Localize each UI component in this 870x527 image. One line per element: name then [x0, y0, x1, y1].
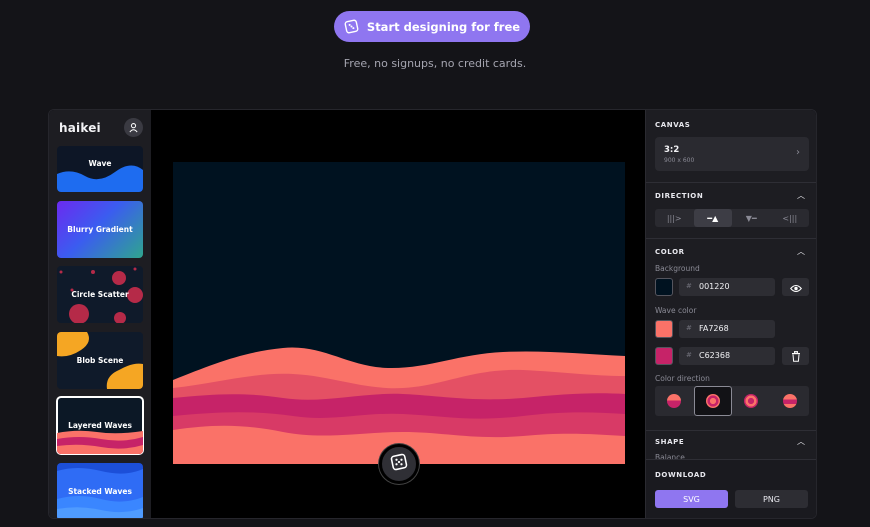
wave-color-label: Wave color [655, 306, 697, 315]
download-svg-button[interactable]: SVG [655, 490, 728, 508]
generator-label: Blob Scene [76, 356, 124, 365]
hex-value: 001220 [699, 282, 730, 291]
download-section-title: DOWNLOAD [655, 471, 707, 479]
color-section-title: COLOR [655, 248, 685, 256]
background-hex-input[interactable]: # 001220 [679, 278, 775, 296]
divider [646, 430, 816, 431]
generator-blurry-gradient[interactable]: Blurry Gradient [57, 201, 143, 258]
chevron-right-icon: › [796, 147, 800, 158]
color-direction-selector [655, 386, 809, 416]
toggle-background-visibility-button[interactable] [782, 278, 809, 296]
color-direction-icon [705, 394, 720, 408]
canvas-dimensions: 900 x 600 [664, 157, 695, 164]
dice-icon [344, 19, 359, 34]
background-label: Background [655, 264, 700, 273]
download-section: DOWNLOAD SVG PNG [646, 459, 816, 518]
generator-circle-scatter[interactable]: Circle Scatter [57, 266, 143, 323]
generator-sidebar: haikei Wave Blurry Gradient Circle Scatt… [49, 110, 151, 518]
download-png-button[interactable]: PNG [735, 490, 808, 508]
logo: haikei [59, 121, 101, 135]
hash-icon: # [686, 351, 692, 359]
hash-icon: # [686, 282, 692, 290]
randomize-button[interactable] [379, 444, 419, 484]
canvas-stage [151, 110, 645, 518]
chevron-up-icon[interactable]: ︿ [797, 436, 805, 447]
generator-label: Layered Waves [68, 421, 132, 430]
generator-label: Stacked Waves [68, 487, 132, 496]
color-direction-label: Color direction [655, 374, 710, 383]
user-icon [128, 118, 139, 137]
direction-up-option[interactable]: ━▲ [693, 209, 732, 227]
eye-icon [789, 278, 802, 297]
hex-value: C62368 [699, 351, 731, 360]
divider [646, 238, 816, 239]
canvas-section-title: CANVAS [655, 121, 691, 129]
wave-color-2-swatch[interactable] [655, 347, 673, 365]
shape-section-title: SHAPE [655, 438, 685, 446]
chevron-up-icon[interactable]: ︿ [797, 190, 805, 201]
hex-value: FA7268 [699, 324, 729, 333]
editor-app: haikei Wave Blurry Gradient Circle Scatt… [48, 109, 817, 519]
generator-label: Blurry Gradient [67, 225, 133, 234]
color-direction-radial-inverse-option[interactable] [732, 386, 771, 416]
user-account-button[interactable] [124, 118, 143, 137]
hash-icon: # [686, 324, 692, 332]
wave-color-1-hex-input[interactable]: # FA7268 [679, 320, 775, 338]
hero-subtitle: Free, no signups, no credit cards. [343, 57, 527, 70]
divider [646, 182, 816, 183]
color-direction-horizontal-option[interactable] [655, 386, 694, 416]
settings-panel: CANVAS 3:2 900 x 600 › DIRECTION ︿ |||> … [645, 110, 816, 518]
direction-right-option[interactable]: |||> [655, 209, 694, 227]
generator-label: Wave [88, 159, 112, 168]
wave-color-2-hex-input[interactable]: # C62368 [679, 347, 775, 365]
canvas-ratio: 3:2 [664, 145, 680, 155]
color-direction-icon [744, 394, 759, 408]
direction-selector: |||> ━▲ ▼━ <||| [655, 209, 809, 227]
background-color-swatch[interactable] [655, 278, 673, 296]
trash-icon [791, 347, 801, 366]
color-direction-icon [782, 394, 797, 408]
delete-wave-color-button[interactable] [782, 347, 809, 365]
generator-wave[interactable]: Wave [57, 146, 143, 192]
generator-label: Circle Scatter [71, 290, 129, 299]
cta-label: Start designing for free [366, 19, 521, 34]
chevron-up-icon[interactable]: ︿ [797, 246, 805, 257]
canvas-size-selector[interactable]: 3:2 900 x 600 › [655, 137, 809, 171]
direction-section-title: DIRECTION [655, 192, 704, 200]
color-direction-icon [667, 394, 682, 408]
generator-layered-waves[interactable]: Layered Waves [56, 396, 144, 455]
start-designing-button[interactable]: Start designing for free [334, 11, 530, 42]
direction-down-option[interactable]: ▼━ [732, 209, 771, 227]
generator-stacked-waves[interactable]: Stacked Waves [57, 463, 143, 518]
wave-artboard [173, 162, 625, 464]
wave-color-1-swatch[interactable] [655, 320, 673, 338]
generator-blob-scene[interactable]: Blob Scene [57, 332, 143, 389]
page: Start designing for free Free, no signup… [0, 0, 870, 527]
color-direction-vertical-option[interactable] [771, 386, 810, 416]
dice-icon [390, 453, 408, 475]
color-direction-radial-option[interactable] [693, 386, 732, 416]
direction-left-option[interactable]: <||| [771, 209, 810, 227]
